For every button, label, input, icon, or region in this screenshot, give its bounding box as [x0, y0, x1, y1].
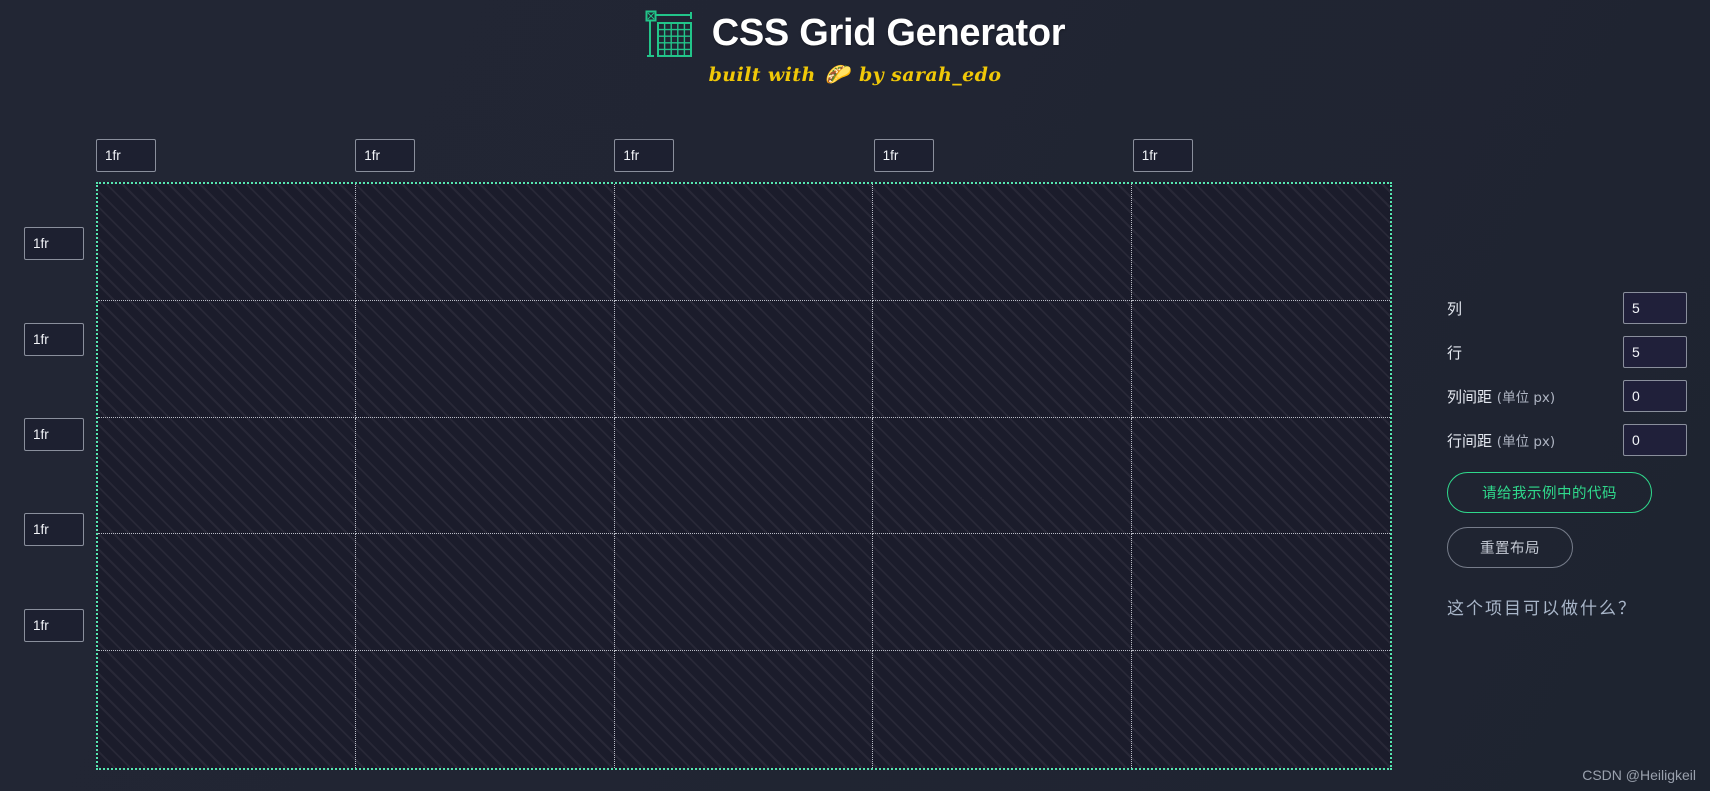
- grid-cell[interactable]: [356, 300, 615, 418]
- control-row-columns: 列: [1447, 292, 1687, 324]
- row-track-inputs: [24, 196, 84, 673]
- column-gap-label: 列间距 (单位 px): [1447, 387, 1556, 406]
- row-track-input-5[interactable]: [24, 608, 84, 642]
- rows-input[interactable]: [1623, 336, 1687, 368]
- taco-icon: 🌮: [824, 64, 850, 86]
- grid-cell[interactable]: [356, 651, 615, 768]
- what-can-this-do-link[interactable]: 这个项目可以做什么？: [1447, 594, 1687, 619]
- column-track-input-5[interactable]: [1132, 139, 1193, 172]
- page-header: CSS Grid Generator built with 🌮 by sarah…: [0, 0, 1710, 86]
- watermark: CSDN @Heiligkeil: [1582, 767, 1696, 783]
- grid-cell[interactable]: [98, 534, 357, 652]
- column-track-input-1[interactable]: [96, 139, 156, 172]
- show-example-code-button[interactable]: 请给我示例中的代码: [1447, 472, 1652, 513]
- grid-cell[interactable]: [873, 534, 1132, 652]
- grid-cell[interactable]: [356, 417, 615, 535]
- subtitle-author: by sarah_edo: [858, 64, 1002, 86]
- columns-label: 列: [1447, 299, 1463, 318]
- grid-cell[interactable]: [873, 417, 1132, 535]
- row-track-input-2[interactable]: [24, 322, 84, 356]
- control-row-row-gap: 行间距 (单位 px): [1447, 424, 1687, 456]
- grid-cell[interactable]: [98, 184, 357, 301]
- column-track-input-4[interactable]: [873, 139, 934, 172]
- grid-stage: 列 行 列间距 (单位 px) 行间距 (单位 px) 请给我示例中的代码: [0, 96, 1710, 791]
- rows-label: 行: [1447, 343, 1463, 362]
- grid-cell[interactable]: [1132, 651, 1390, 768]
- column-track-input-2[interactable]: [355, 139, 416, 172]
- grid-cell[interactable]: [98, 417, 357, 535]
- grid-cell[interactable]: [98, 300, 357, 418]
- column-track-inputs: [96, 139, 1392, 172]
- subtitle-prefix: built with: [708, 64, 816, 86]
- grid-cell[interactable]: [98, 651, 357, 768]
- row-gap-label: 行间距 (单位 px): [1447, 431, 1556, 450]
- grid-cell[interactable]: [615, 651, 874, 768]
- grid-cell[interactable]: [1131, 534, 1390, 652]
- grid-preview[interactable]: [96, 182, 1392, 770]
- grid-cell[interactable]: [356, 534, 615, 652]
- subtitle: built with 🌮 by sarah_edo: [0, 64, 1710, 86]
- grid-cell[interactable]: [356, 184, 615, 301]
- control-row-rows: 行: [1447, 336, 1687, 368]
- grid-icon: [645, 10, 696, 58]
- grid-cell[interactable]: [1131, 418, 1390, 535]
- control-row-column-gap: 列间距 (单位 px): [1447, 380, 1687, 412]
- grid-cell[interactable]: [1131, 184, 1390, 301]
- grid-cell[interactable]: [614, 300, 874, 418]
- row-track-input-4[interactable]: [24, 513, 84, 547]
- reset-layout-button[interactable]: 重置布局: [1447, 527, 1573, 568]
- column-gap-input[interactable]: [1623, 380, 1687, 412]
- column-track-input-3[interactable]: [614, 139, 675, 172]
- control-panel: 列 行 列间距 (单位 px) 行间距 (单位 px) 请给我示例中的代码: [1447, 292, 1687, 619]
- page-title: CSS Grid Generator: [711, 12, 1066, 55]
- grid-cell[interactable]: [614, 534, 874, 652]
- grid-cell[interactable]: [614, 417, 874, 535]
- row-track-input-3[interactable]: [24, 417, 84, 451]
- grid-cell[interactable]: [873, 651, 1132, 768]
- columns-input[interactable]: [1623, 292, 1687, 324]
- grid-cell[interactable]: [873, 300, 1132, 418]
- row-gap-input[interactable]: [1623, 424, 1687, 456]
- grid-cell[interactable]: [873, 184, 1132, 301]
- grid-cell[interactable]: [614, 184, 874, 301]
- row-track-input-1[interactable]: [24, 227, 84, 261]
- title-row: CSS Grid Generator: [0, 10, 1710, 58]
- grid-cell[interactable]: [1131, 301, 1390, 418]
